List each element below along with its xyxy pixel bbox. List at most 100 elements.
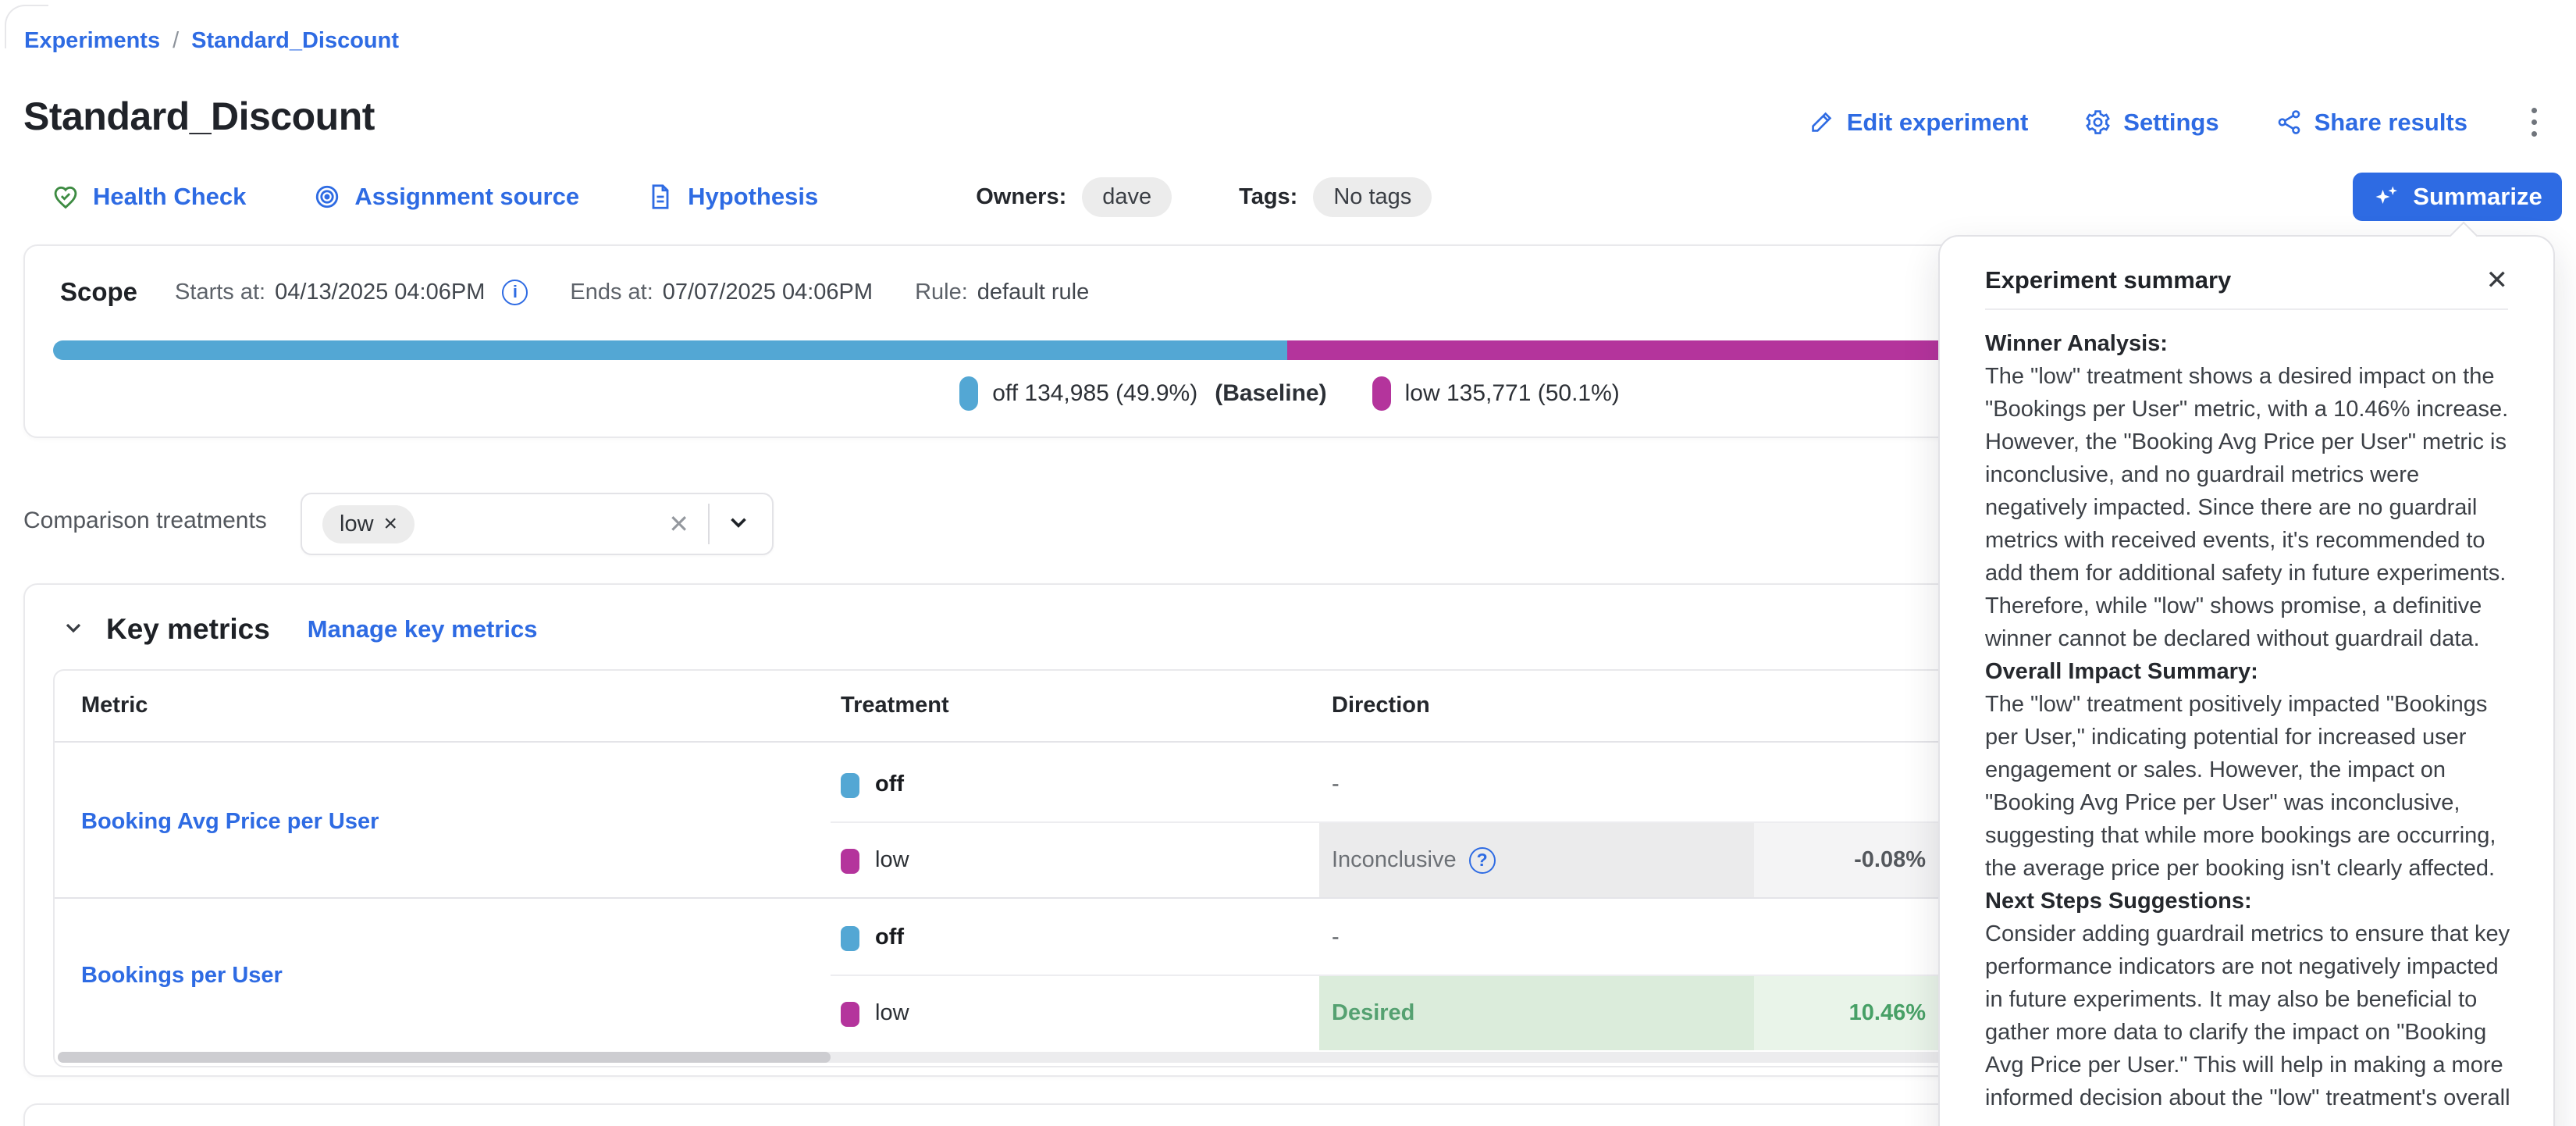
- owners-label: Owners:: [976, 184, 1066, 210]
- close-icon[interactable]: ✕: [2478, 262, 2517, 299]
- scope-starts: Starts at: 04/13/2025 04:06PM i: [175, 280, 528, 305]
- share-results-label: Share results: [2314, 109, 2467, 137]
- edit-experiment-button[interactable]: Edit experiment: [1808, 109, 2029, 137]
- legend-baseline-tag: (Baseline): [1215, 380, 1326, 407]
- summary-section-overall: Overall Impact Summary: The "low" treatme…: [1985, 655, 2514, 885]
- assignment-source-label: Assignment source: [354, 183, 579, 211]
- share-icon: [2275, 109, 2303, 136]
- legend-off-text: off 134,985 (49.9%): [992, 380, 1197, 407]
- summarize-label: Summarize: [2413, 183, 2542, 211]
- legend-item-low: low 135,771 (50.1%): [1372, 376, 1620, 411]
- panel-title: Experiment summary: [1985, 266, 2231, 294]
- value-cell-desired: 10.46%: [1754, 976, 1940, 1050]
- scope-rule: Rule: default rule: [915, 280, 1089, 305]
- health-check-link[interactable]: Health Check: [52, 183, 246, 211]
- value-cell-inconclusive: -0.08%: [1754, 823, 1940, 897]
- manage-key-metrics-link[interactable]: Manage key metrics: [308, 615, 538, 643]
- treatment-swatch-low: [841, 849, 859, 874]
- direction-cell-inconclusive: Inconclusive ?: [1319, 823, 1754, 897]
- gear-icon: [2084, 109, 2112, 136]
- owner-pill[interactable]: dave: [1082, 177, 1172, 217]
- header-actions: Edit experiment Settings Share results: [1808, 103, 2545, 141]
- summary-section-next-steps: Next Steps Suggestions:Consider adding g…: [1985, 885, 2514, 1114]
- assignment-source-link[interactable]: Assignment source: [313, 183, 579, 211]
- treatment-label-off: off: [875, 925, 904, 950]
- breadcrumb: Experiments / Standard_Discount: [24, 28, 399, 54]
- breadcrumb-current-link[interactable]: Standard_Discount: [191, 28, 399, 54]
- target-icon: [313, 183, 341, 211]
- no-tags-pill[interactable]: No tags: [1313, 177, 1432, 217]
- tags-group: Tags: No tags: [1239, 177, 1432, 217]
- experiment-summary-panel: Experiment summary ✕ Winner Analysis:The…: [1938, 235, 2555, 1126]
- heart-check-icon: [52, 183, 80, 211]
- direction-dash: -: [1332, 771, 1340, 797]
- treatment-multiselect[interactable]: low × ✕: [301, 493, 774, 555]
- treatment-label-low: low: [875, 847, 909, 873]
- scope-ends: Ends at: 07/07/2025 04:06PM: [570, 280, 873, 305]
- low-swatch: [1372, 376, 1391, 411]
- treatment-label-off: off: [875, 771, 904, 797]
- breadcrumb-experiments-link[interactable]: Experiments: [24, 28, 160, 54]
- page-title: Standard_Discount: [23, 94, 375, 139]
- column-header-metric: Metric: [81, 693, 148, 718]
- starts-value: 04/13/2025 04:06PM: [275, 280, 485, 305]
- hypothesis-link[interactable]: Hypothesis: [646, 183, 818, 211]
- rule-value: default rule: [977, 280, 1090, 305]
- chip-remove-icon[interactable]: ×: [384, 512, 398, 536]
- winner-analysis-text: The "low" treatment shows a desired impa…: [1985, 364, 2508, 651]
- off-swatch: [959, 376, 978, 411]
- panel-body: Winner Analysis:The "low" treatment show…: [1985, 327, 2514, 1114]
- owners-group: Owners: dave: [976, 177, 1172, 217]
- meta-row: Health Check Assignment source Hypothesi…: [52, 176, 1432, 217]
- metric-link-bookings-per-user[interactable]: Bookings per User: [81, 963, 283, 989]
- desired-value: 10.46%: [1849, 1000, 1926, 1026]
- treatment-chip-low[interactable]: low ×: [322, 505, 415, 543]
- document-icon: [646, 183, 674, 211]
- treatment-swatch-off: [841, 926, 859, 951]
- treatment-label-low: low: [875, 1000, 909, 1026]
- share-results-button[interactable]: Share results: [2275, 109, 2467, 137]
- metric-link-booking-avg-price[interactable]: Booking Avg Price per User: [81, 809, 379, 835]
- settings-label: Settings: [2123, 109, 2218, 137]
- edit-experiment-label: Edit experiment: [1847, 109, 2029, 137]
- key-metrics-header: Key metrics Manage key metrics: [61, 613, 537, 646]
- panel-caret: [2450, 222, 2478, 251]
- panel-divider: [1985, 308, 2508, 310]
- help-icon[interactable]: ?: [1469, 847, 1496, 874]
- summarize-button[interactable]: Summarize: [2353, 173, 2562, 221]
- column-header-treatment: Treatment: [841, 693, 949, 718]
- scope-title: Scope: [60, 277, 137, 307]
- breadcrumb-separator: /: [173, 28, 179, 54]
- tags-label: Tags:: [1239, 184, 1297, 210]
- health-check-label: Health Check: [93, 183, 246, 211]
- more-options-button[interactable]: [2524, 103, 2545, 141]
- direction-desired-label: Desired: [1332, 1000, 1414, 1026]
- collapse-chevron-icon[interactable]: [61, 615, 106, 644]
- select-clear-icon[interactable]: ✕: [660, 509, 697, 539]
- info-icon[interactable]: i: [502, 280, 528, 305]
- chevron-down-icon[interactable]: [725, 509, 752, 540]
- next-steps-heading: Next Steps Suggestions:: [1985, 885, 2514, 918]
- ends-value: 07/07/2025 04:06PM: [663, 280, 873, 305]
- select-divider: [708, 504, 710, 544]
- legend-item-off: off 134,985 (49.9%) (Baseline): [959, 376, 1326, 411]
- legend-low-text: low 135,771 (50.1%): [1405, 380, 1620, 407]
- sparkles-icon: [2372, 183, 2400, 211]
- inconclusive-value: -0.08%: [1854, 847, 1926, 873]
- column-header-direction: Direction: [1332, 693, 1430, 718]
- direction-inconclusive-label: Inconclusive: [1332, 847, 1457, 873]
- ends-label: Ends at:: [570, 280, 653, 305]
- pencil-icon: [1808, 109, 1835, 136]
- settings-button[interactable]: Settings: [2084, 109, 2218, 137]
- allocation-segment-off: [53, 340, 1287, 360]
- comparison-treatments-label: Comparison treatments: [23, 508, 267, 534]
- direction-dash: -: [1332, 925, 1340, 950]
- scope-header: Scope Starts at: 04/13/2025 04:06PM i En…: [60, 277, 1089, 307]
- summary-section-winner: Winner Analysis:The "low" treatment show…: [1985, 327, 2514, 655]
- experiment-page: Experiments / Standard_Discount Standard…: [0, 0, 2576, 1126]
- overall-impact-text: The "low" treatment positively impacted …: [1985, 692, 2496, 881]
- starts-label: Starts at:: [175, 280, 265, 305]
- scrollbar-thumb[interactable]: [58, 1052, 831, 1063]
- overall-impact-heading: Overall Impact Summary:: [1985, 655, 2514, 688]
- hypothesis-label: Hypothesis: [688, 183, 818, 211]
